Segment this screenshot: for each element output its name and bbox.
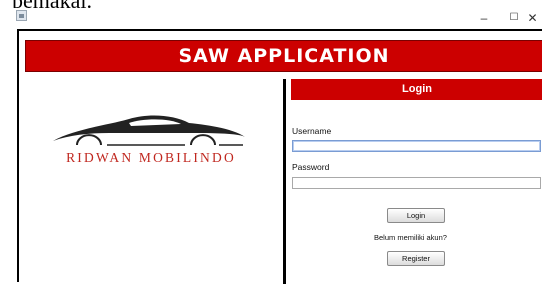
- title-bar: – ☐ ✕: [0, 8, 542, 28]
- java-app-icon: [16, 10, 27, 21]
- brand-name: RIDWAN MOBILINDO: [66, 150, 236, 165]
- login-button[interactable]: Login: [387, 208, 445, 223]
- panel-divider: [283, 79, 286, 284]
- app-title: SAW APPLICATION: [178, 45, 390, 67]
- password-label: Password: [292, 162, 330, 172]
- car-logo-icon: [53, 115, 245, 146]
- password-input[interactable]: [292, 177, 541, 189]
- login-header: Login: [291, 79, 542, 100]
- close-button[interactable]: ✕: [523, 8, 542, 28]
- minimize-button[interactable]: –: [470, 8, 498, 28]
- header-banner: SAW APPLICATION: [25, 40, 542, 72]
- register-prompt: Belum memiliki akun?: [374, 233, 447, 242]
- app-frame: SAW APPLICATION RIDWAN MOBILINDO Login U…: [17, 29, 542, 284]
- register-button[interactable]: Register: [387, 251, 445, 266]
- username-input[interactable]: [292, 140, 541, 152]
- username-label: Username: [292, 126, 332, 136]
- logo-panel: [19, 77, 281, 282]
- login-title: Login: [402, 83, 432, 95]
